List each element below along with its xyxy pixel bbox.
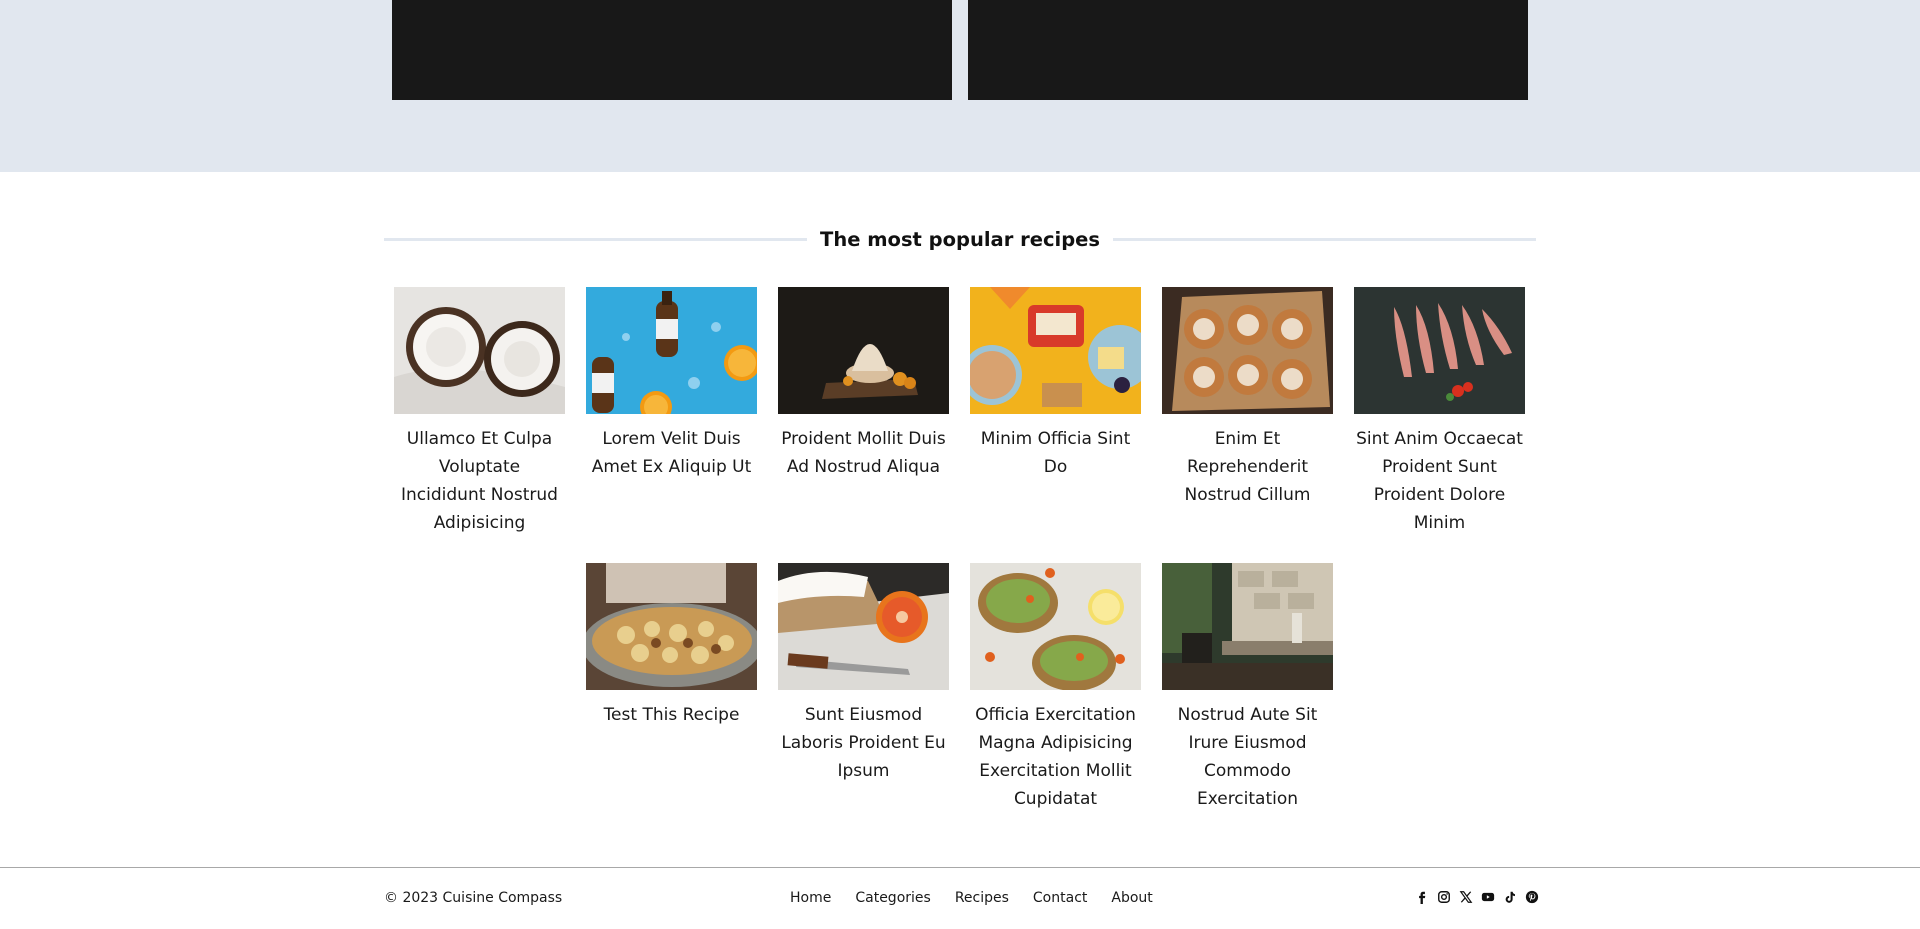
featured-video-band	[0, 0, 1920, 172]
section-title: The most popular recipes	[820, 227, 1100, 251]
heading-rule-left	[384, 237, 808, 241]
tiktok-icon[interactable]	[1502, 889, 1517, 904]
heading-rule-right	[1112, 237, 1537, 241]
recipe-image-bottles-oranges	[586, 287, 757, 414]
video-player-left[interactable]	[392, 0, 952, 100]
recipe-title: Officia Exercitation Magna Adipisicing E…	[975, 705, 1136, 809]
recipe-image-fish-platter	[1354, 287, 1525, 414]
recipe-card[interactable]: Proident Mollit Duis Ad Nostrud Aliqua	[778, 287, 949, 481]
recipe-image-avocado-toast	[970, 563, 1141, 690]
recipe-title: Nostrud Aute Sit Irure Eiusmod Commodo E…	[1177, 705, 1318, 809]
recipe-image-coconut	[394, 287, 565, 414]
recipe-card[interactable]: Officia Exercitation Magna Adipisicing E…	[970, 563, 1141, 813]
recipe-card[interactable]: Enim Et Reprehenderit Nostrud Cillum	[1162, 287, 1333, 509]
recipe-title: Proident Mollit Duis Ad Nostrud Aliqua	[781, 429, 946, 477]
instagram-icon[interactable]	[1436, 889, 1451, 904]
recipe-card[interactable]: Ullamco Et Culpa Voluptate Incididunt No…	[394, 287, 565, 537]
recipe-image-cinnamon-rolls	[1162, 287, 1333, 414]
recipe-card[interactable]: Sint Anim Occaecat Proident Sunt Proiden…	[1354, 287, 1525, 537]
recipe-card[interactable]: Minim Officia Sint Do	[970, 287, 1141, 481]
recipe-title: Enim Et Reprehenderit Nostrud Cillum	[1184, 429, 1311, 505]
footer-nav: Home Categories Recipes Contact About	[790, 890, 1153, 906]
recipe-image-dessert-board	[778, 287, 949, 414]
footer-link-recipes[interactable]: Recipes	[955, 890, 1009, 906]
footer-link-home[interactable]: Home	[790, 890, 831, 906]
x-icon[interactable]	[1458, 889, 1473, 904]
popular-recipes-heading: The most popular recipes	[384, 222, 1537, 256]
pinterest-icon[interactable]	[1524, 889, 1539, 904]
facebook-icon[interactable]	[1414, 889, 1429, 904]
recipe-title: Sunt Eiusmod Laboris Proident Eu Ipsum	[781, 705, 946, 781]
social-links	[1414, 889, 1539, 904]
recipe-image-restaurant-interior	[1162, 563, 1333, 690]
footer-link-categories[interactable]: Categories	[855, 890, 930, 906]
recipe-title: Lorem Velit Duis Amet Ex Aliquip Ut	[591, 429, 752, 477]
recipe-card[interactable]: Test This Recipe	[586, 563, 757, 729]
recipe-card[interactable]: Sunt Eiusmod Laboris Proident Eu Ipsum	[778, 563, 949, 785]
recipe-image-meringue-orange	[778, 563, 949, 690]
footer-link-about[interactable]: About	[1111, 890, 1152, 906]
video-player-right[interactable]	[968, 0, 1528, 100]
recipe-title: Ullamco Et Culpa Voluptate Incididunt No…	[401, 429, 558, 533]
recipe-title: Minim Officia Sint Do	[980, 429, 1131, 477]
recipe-card[interactable]: Lorem Velit Duis Amet Ex Aliquip Ut	[586, 287, 757, 481]
recipe-card[interactable]: Nostrud Aute Sit Irure Eiusmod Commodo E…	[1162, 563, 1333, 813]
youtube-icon[interactable]	[1480, 889, 1495, 904]
copyright-text: © 2023 Cuisine Compass	[384, 890, 563, 906]
recipe-image-pastry-tray	[586, 563, 757, 690]
site-footer: © 2023 Cuisine Compass Home Categories R…	[0, 867, 1920, 929]
recipe-image-snack-spread	[970, 287, 1141, 414]
footer-link-contact[interactable]: Contact	[1033, 890, 1087, 906]
recipe-title: Test This Recipe	[603, 705, 740, 725]
recipe-title: Sint Anim Occaecat Proident Sunt Proiden…	[1356, 429, 1523, 533]
